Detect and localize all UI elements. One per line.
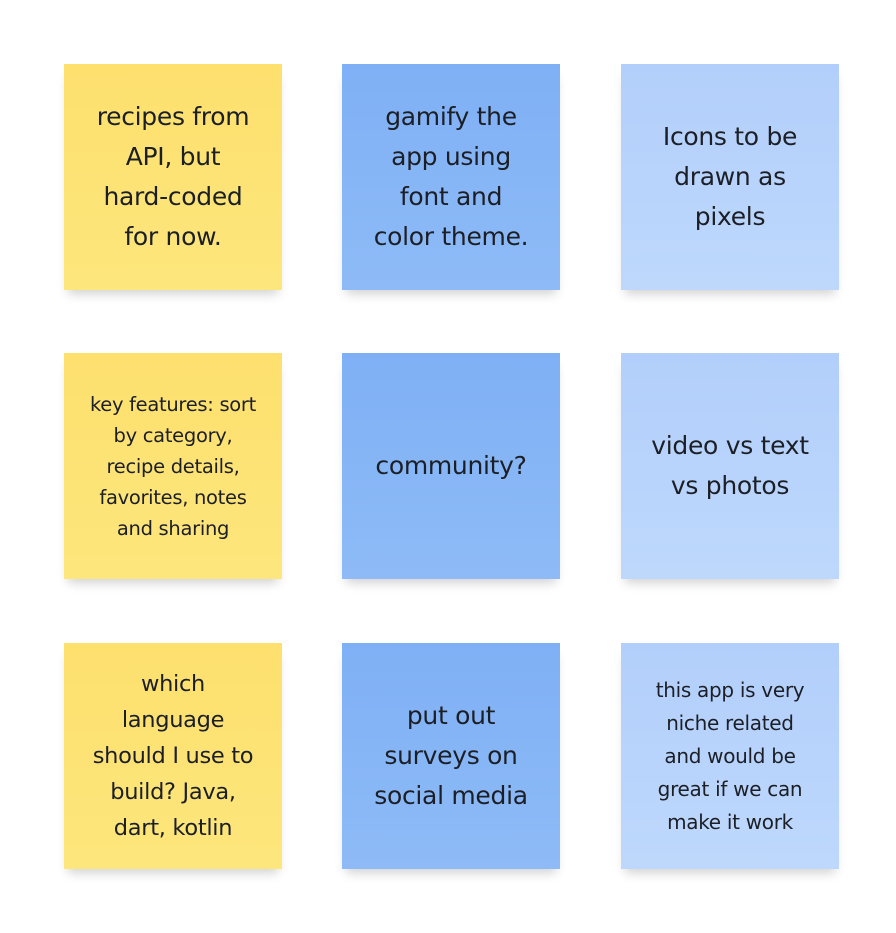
note-text: Icons to be drawn as pixels xyxy=(662,122,798,231)
note-text: gamify the app using font and color them… xyxy=(373,102,529,251)
note-text: community? xyxy=(375,451,527,480)
note-text: this app is very niche related and would… xyxy=(655,677,805,834)
sticky-note[interactable]: community? xyxy=(342,353,560,579)
note-text: recipes from API, but hard-coded for now… xyxy=(96,102,250,251)
note-text: key features: sort by category, recipe d… xyxy=(89,392,256,540)
note-text: which language should I use to build? Ja… xyxy=(92,671,254,841)
sticky-note[interactable]: this app is very niche related and would… xyxy=(621,643,839,869)
sticky-note[interactable]: recipes from API, but hard-coded for now… xyxy=(64,64,282,290)
sticky-note[interactable]: key features: sort by category, recipe d… xyxy=(64,353,282,579)
sticky-note[interactable]: Icons to be drawn as pixels xyxy=(621,64,839,290)
sticky-note[interactable]: put out surveys on social media xyxy=(342,643,560,869)
note-text: put out surveys on social media xyxy=(374,701,528,810)
sticky-note[interactable]: which language should I use to build? Ja… xyxy=(64,643,282,869)
sticky-note[interactable]: video vs text vs photos xyxy=(621,353,839,579)
note-text: video vs text vs photos xyxy=(651,431,809,500)
sticky-note[interactable]: gamify the app using font and color them… xyxy=(342,64,560,290)
